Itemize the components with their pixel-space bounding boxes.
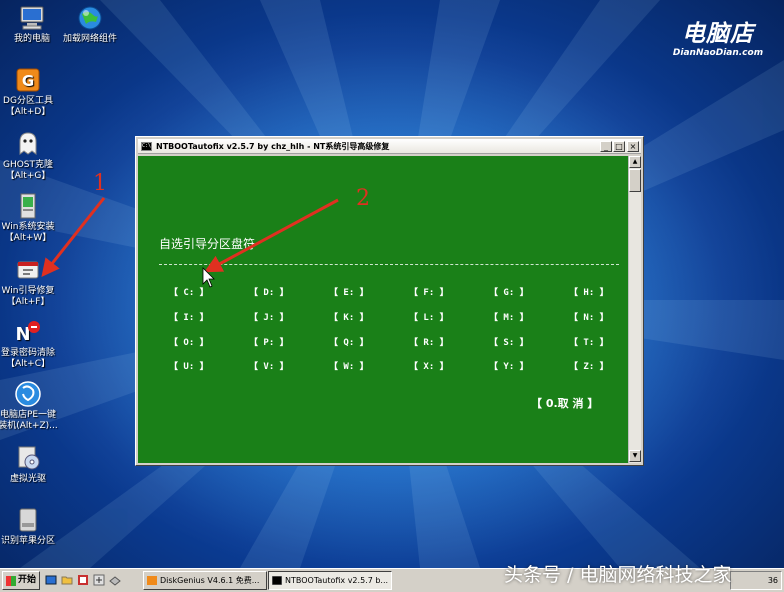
drive-option[interactable]: 【 F: 】 (409, 285, 449, 298)
console-heading: 自选引导分区盘符 (159, 237, 256, 251)
boot-repair-icon (17, 261, 39, 279)
desktop-icon-password-clear[interactable]: N 登录密码清除 【Alt+C】 (0, 318, 60, 370)
computer-icon (20, 6, 44, 30)
drive-option[interactable]: 【 I: 】 (169, 310, 209, 323)
drive-option[interactable]: 【 U: 】 (169, 359, 209, 372)
desktop-icon-label: DG分区工具 【Alt+D】 (3, 96, 53, 117)
brand-logo: 电脑店 DianNaoDian.com (666, 20, 770, 58)
desktop-icon-label: Win引导修复 【Alt+F】 (1, 286, 55, 307)
desktop-icon-label: GHOST克隆 【Alt+G】 (2, 160, 54, 181)
win-install-icon (20, 193, 36, 219)
diskgenius-icon (147, 576, 157, 585)
windows-logo-icon (6, 576, 16, 586)
desktop-icon-dg-partition[interactable]: G DG分区工具 【Alt+D】 (0, 66, 60, 118)
console-area: 自选引导分区盘符 【 C: 】【 D: 】【 E: 】【 F: 】【 G: 】【… (138, 156, 628, 463)
close-button[interactable]: × (627, 141, 639, 152)
globe-icon (78, 6, 102, 30)
tray-clock: 36 (767, 576, 778, 585)
system-tray: 36 (730, 571, 782, 590)
desktop-icon-label: 我的电脑 (13, 34, 50, 44)
drive-option[interactable]: 【 Y: 】 (489, 359, 529, 372)
drive-option[interactable]: 【 N: 】 (569, 310, 609, 323)
start-label: 开始 (18, 575, 37, 585)
quicklaunch-folder-icon[interactable] (61, 574, 73, 586)
annotation-number-1: 1 (93, 171, 107, 196)
drive-option[interactable]: 【 C: 】 (169, 285, 209, 298)
drive-option[interactable]: 【 L: 】 (409, 310, 449, 323)
window-titlebar[interactable]: C:\ NTBOOTautofix v2.5.7 by chz_hlh - NT… (138, 139, 641, 154)
drive-option[interactable]: 【 K: 】 (329, 310, 369, 323)
virtual-drive-icon (18, 446, 40, 470)
console-icon: C:\ (141, 142, 152, 151)
desktop-icon-apple-partition[interactable]: 识别苹果分区 (0, 506, 60, 547)
desktop-icon-label: 虚拟光驱 (9, 474, 46, 484)
desktop-icon-label: 识别苹果分区 (0, 536, 55, 546)
desktop-icon-label: 加载网络组件 (62, 34, 117, 44)
drive-option[interactable]: 【 E: 】 (329, 285, 369, 298)
cancel-option[interactable]: 【 0.取 消 】 (531, 395, 598, 411)
apple-partition-icon (19, 508, 37, 532)
task-diskgenius[interactable]: DiskGenius V4.6.1 免费... (143, 571, 267, 590)
drive-option[interactable]: 【 W: 】 (329, 359, 369, 372)
drive-option[interactable]: 【 G: 】 (489, 285, 529, 298)
drive-option[interactable]: 【 M: 】 (489, 310, 529, 323)
start-button[interactable]: 开始 (2, 571, 40, 590)
drive-option[interactable]: 【 T: 】 (569, 335, 609, 348)
desktop-icon-label: 电脑店PE一键 装机(Alt+Z)... (0, 410, 58, 431)
task-ntbootautofix[interactable]: NTBOOTautofix v2.5.7 b... (268, 571, 392, 590)
drive-option[interactable]: 【 R: 】 (409, 335, 449, 348)
desktop-icon-boot-repair[interactable]: Win引导修复 【Alt+F】 (0, 256, 60, 308)
console-icon (272, 576, 282, 585)
console-separator (159, 264, 619, 265)
password-clear-icon: N (15, 321, 40, 345)
drive-option[interactable]: 【 O: 】 (169, 335, 209, 348)
brand-title: 电脑店 (682, 21, 754, 47)
drive-option[interactable]: 【 P: 】 (249, 335, 289, 348)
minimize-button[interactable]: _ (600, 141, 612, 152)
drive-option[interactable]: 【 X: 】 (409, 359, 449, 372)
ghost-icon (19, 132, 37, 155)
drive-option[interactable]: 【 S: 】 (489, 335, 529, 348)
ntbootautofix-window: C:\ NTBOOTautofix v2.5.7 by chz_hlh - NT… (135, 136, 644, 466)
quicklaunch-settings-icon[interactable] (93, 574, 105, 586)
scroll-up-icon[interactable]: ▲ (629, 156, 641, 168)
desktop-icon-label: 登录密码清除 【Alt+C】 (0, 348, 55, 369)
annotation-number-2: 2 (356, 186, 370, 211)
window-title: NTBOOTautofix v2.5.7 by chz_hlh - NT系统引导… (156, 142, 390, 151)
desktop-icon-one-click-install[interactable]: 电脑店PE一键 装机(Alt+Z)... (0, 380, 60, 432)
desktop-icon-win-install[interactable]: Win系统安装 【Alt+W】 (0, 192, 60, 244)
quicklaunch-drive-icon[interactable] (109, 574, 121, 586)
diskgenius-icon: G (16, 68, 40, 92)
drive-option[interactable]: 【 D: 】 (249, 285, 289, 298)
task-label: DiskGenius V4.6.1 免费... (160, 576, 260, 585)
desktop-icon-ghost[interactable]: GHOST克隆 【Alt+G】 (0, 130, 60, 182)
quicklaunch-tool-icon[interactable] (77, 574, 89, 586)
svg-text:G: G (22, 72, 34, 90)
scroll-thumb[interactable] (629, 169, 641, 192)
drive-option[interactable]: 【 Q: 】 (329, 335, 369, 348)
task-label: NTBOOTautofix v2.5.7 b... (285, 576, 389, 585)
scroll-down-icon[interactable]: ▼ (629, 450, 641, 462)
watermark: 头条号 / 电脑网络科技之家 (504, 564, 732, 586)
vertical-scrollbar[interactable]: ▲ ▼ (628, 156, 641, 463)
brand-subtitle: DianNaoDian.com (672, 48, 764, 58)
one-click-install-icon (15, 381, 41, 407)
desktop-icon-virtual-drive[interactable]: 虚拟光驱 (0, 444, 60, 485)
desktop-icon-network[interactable]: 加载网络组件 (58, 4, 122, 45)
desktop-icon-my-computer[interactable]: 我的电脑 (0, 4, 64, 45)
drive-option[interactable]: 【 J: 】 (249, 310, 289, 323)
drive-option[interactable]: 【 Z: 】 (569, 359, 609, 372)
quicklaunch-explorer-icon[interactable] (45, 574, 57, 586)
desktop-icon-label: Win系统安装 【Alt+W】 (1, 222, 55, 243)
maximize-button[interactable]: □ (613, 141, 625, 152)
drive-option[interactable]: 【 H: 】 (569, 285, 609, 298)
drive-option[interactable]: 【 V: 】 (249, 359, 289, 372)
